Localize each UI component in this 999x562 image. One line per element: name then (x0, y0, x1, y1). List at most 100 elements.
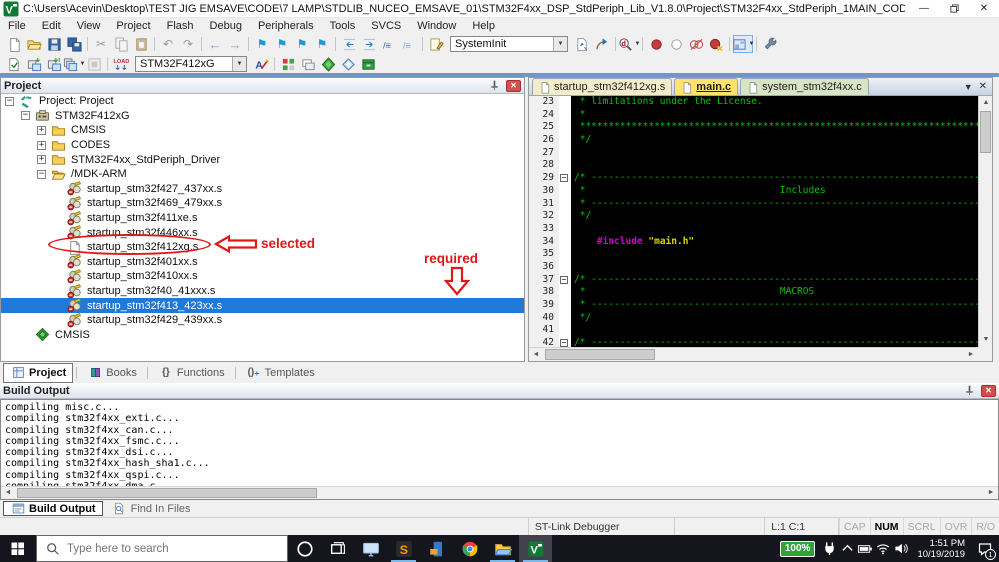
menu-help[interactable]: Help (464, 20, 503, 32)
edit-config-button[interactable] (426, 35, 446, 53)
bookmark-prev-button[interactable]: ⚑ (272, 35, 292, 53)
menu-view[interactable]: View (69, 20, 109, 32)
jump-to-button[interactable] (592, 35, 612, 53)
menu-file[interactable]: File (0, 20, 34, 32)
fold-collapse-icon[interactable]: − (560, 339, 568, 347)
scroll-right-icon[interactable]: ► (984, 487, 998, 501)
editor-line[interactable]: 29−/* ----------------------------------… (529, 172, 978, 185)
tab-list-chevron-icon[interactable]: ▼ (964, 82, 973, 92)
taskbar-clock[interactable]: 1:51 PM 10/19/2019 (911, 538, 971, 560)
close-panel-icon[interactable]: ✕ (506, 79, 521, 92)
forward-button[interactable]: → (225, 35, 245, 53)
tray-chevron-up-button[interactable] (838, 535, 856, 562)
editor-line[interactable]: 26 */ (529, 134, 978, 147)
editor-line[interactable]: 40 */ (529, 311, 978, 325)
tree-item[interactable]: startup_stm32f411xe.s (1, 210, 524, 226)
editor-line[interactable]: 31 * -----------------------------------… (529, 197, 978, 211)
editor-line[interactable]: 27 (529, 146, 978, 160)
menu-debug[interactable]: Debug (202, 20, 250, 32)
editor-line[interactable]: 33 (529, 222, 978, 236)
editor-line[interactable]: 34 #include "main.h" (529, 235, 978, 249)
tree-expander-minus[interactable]: − (21, 111, 30, 121)
editor-line[interactable]: 28 (529, 159, 978, 173)
menu-svcs[interactable]: SVCS (363, 20, 409, 32)
goto-definition-button[interactable] (572, 35, 592, 53)
action-center-button[interactable]: 1 (972, 535, 998, 562)
bookmark-clear-button[interactable]: ⚑ (312, 35, 332, 53)
scrollbar-thumb[interactable] (545, 349, 655, 360)
bookmark-next-button[interactable]: ⚑ (292, 35, 312, 53)
search-input[interactable] (67, 542, 247, 555)
tree-item[interactable]: startup_stm32f429_439xx.s (1, 312, 524, 328)
copy-button[interactable] (111, 35, 131, 53)
search-target-button[interactable]: d ▼ (619, 35, 640, 53)
tree-item[interactable]: CMSIS (1, 328, 524, 343)
close-icon[interactable]: ✕ (969, 0, 999, 17)
save-button[interactable] (44, 35, 64, 53)
breakpoint-kill-button[interactable] (706, 35, 726, 53)
configure-button[interactable] (760, 35, 780, 53)
select-packs-button[interactable] (338, 55, 358, 73)
tree-item[interactable]: − STM32F412xG (1, 109, 524, 124)
menu-peripherals[interactable]: Peripherals (250, 20, 322, 32)
minimize-icon[interactable]: — (909, 0, 939, 17)
tree-item[interactable]: startup_stm32f469_479xx.s (1, 196, 524, 211)
panel-tab-templates[interactable]: ()₊ Templates (239, 363, 322, 383)
editor-line[interactable]: 24 * (529, 108, 978, 122)
menu-project[interactable]: Project (108, 20, 158, 32)
editor-line[interactable]: 30 * Includes (529, 184, 978, 198)
scroll-down-icon[interactable]: ▼ (979, 333, 993, 347)
open-button[interactable] (24, 35, 44, 53)
taskbar-your-phone-button[interactable] (420, 535, 453, 562)
tray-battery-button[interactable] (856, 535, 874, 562)
manage-books-button[interactable] (358, 55, 378, 73)
scroll-left-icon[interactable]: ◄ (529, 348, 543, 362)
dock-tab-find-in-files[interactable]: Find In Files (105, 501, 198, 516)
back-button[interactable]: ← (205, 35, 225, 53)
comment-button[interactable]: /≡ (379, 35, 399, 53)
tree-expander-minus[interactable]: − (37, 169, 46, 179)
menu-tools[interactable]: Tools (322, 20, 364, 32)
taskbar-file-explorer-button[interactable] (486, 535, 519, 562)
indent-more-button[interactable] (359, 35, 379, 53)
tree-item[interactable]: + CODES (1, 138, 524, 153)
stop-build-button[interactable] (84, 55, 104, 73)
function-select[interactable]: SystemInit ▼ (450, 36, 568, 52)
close-document-icon[interactable]: ✕ (979, 81, 987, 92)
scroll-left-icon[interactable]: ◄ (1, 487, 15, 501)
menu-flash[interactable]: Flash (159, 20, 202, 32)
build-output-scrollbar[interactable]: ◄ ► (1, 486, 998, 499)
paste-button[interactable] (131, 35, 151, 53)
taskbar-sublime-button[interactable]: S (387, 535, 420, 562)
uncomment-button[interactable]: /≡ (399, 35, 419, 53)
save-all-button[interactable] (64, 35, 84, 53)
debug-windows-button[interactable]: ▼ (733, 35, 754, 53)
cut-button[interactable]: ✂ (91, 35, 111, 53)
tree-item[interactable]: + CMSIS (1, 123, 524, 138)
editor-line[interactable]: 36 (529, 260, 978, 274)
editor-tab-startup-stm32f412xg-s[interactable]: startup_stm32f412xg.s (532, 78, 673, 95)
tree-item[interactable]: − /MDK-ARM (1, 167, 524, 182)
tray-plug-button[interactable] (820, 535, 838, 562)
rebuild-button[interactable] (44, 55, 64, 73)
breakpoint-button[interactable] (646, 35, 666, 53)
pin-icon[interactable] (486, 78, 502, 94)
indent-less-button[interactable] (339, 35, 359, 53)
target-select[interactable]: STM32F412xG ▼ (135, 56, 247, 72)
tree-expander-minus[interactable]: − (5, 96, 14, 106)
panel-tab-books[interactable]: Books (80, 363, 144, 383)
redo-button[interactable]: ↷ (178, 35, 198, 53)
breakpoint-disable-button[interactable] (686, 35, 706, 53)
scroll-up-icon[interactable]: ▲ (979, 96, 993, 110)
bookmark-button[interactable]: ⚑ (252, 35, 272, 53)
editor-tab-system-stm32f4xx-c[interactable]: system_stm32f4xx.c (740, 78, 869, 95)
editor-tab-main-c[interactable]: main.c (674, 78, 739, 95)
fold-collapse-icon[interactable]: − (560, 174, 568, 183)
dock-tab-build-output[interactable]: Build Output (3, 501, 103, 516)
editor-vertical-scrollbar[interactable]: ▲ ▼ (978, 96, 992, 347)
taskbar-search[interactable] (36, 535, 288, 562)
panel-tab-functions[interactable]: {} Functions (151, 363, 232, 383)
tree-expander-plus[interactable]: + (37, 125, 46, 135)
build-button[interactable] (24, 55, 44, 73)
panel-tab-project[interactable]: Project (3, 362, 74, 383)
